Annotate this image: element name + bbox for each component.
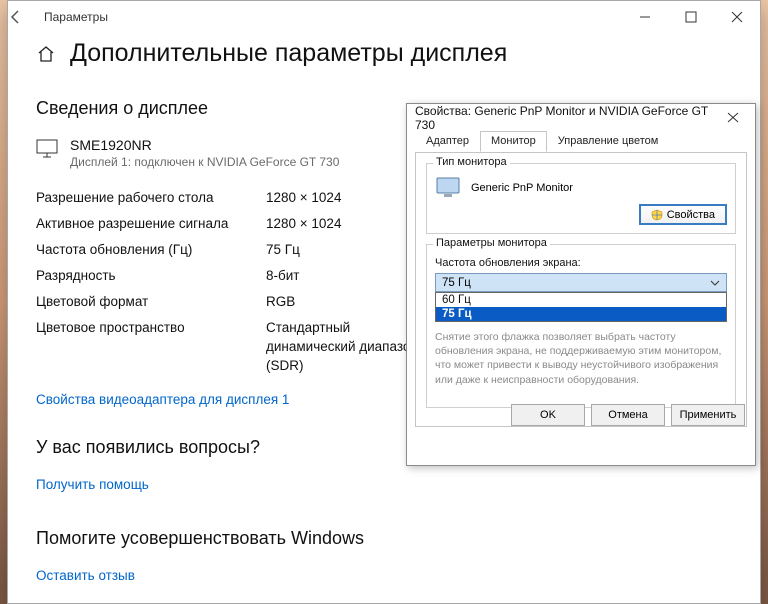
spec-label: Разрешение рабочего стола	[36, 185, 266, 211]
group-monitor-type: Тип монитора Generic PnP Monitor Свойств…	[426, 163, 736, 234]
spec-label: Активное разрешение сигнала	[36, 211, 266, 237]
monitor-desc: Дисплей 1: подключен к NVIDIA GeForce GT…	[70, 155, 339, 169]
refresh-rate-hint: Снятие этого флажка позволяет выбрать ча…	[435, 330, 727, 387]
spec-label: Цветовой формат	[36, 289, 266, 315]
titlebar: Параметры	[8, 1, 760, 33]
home-icon[interactable]	[36, 44, 56, 64]
dialog-close-button[interactable]	[711, 104, 755, 131]
tab-monitor[interactable]: Монитор	[480, 131, 547, 152]
group-title: Параметры монитора	[433, 237, 550, 249]
chevron-down-icon	[710, 278, 720, 288]
group-title: Тип монитора	[433, 156, 510, 168]
close-button[interactable]	[714, 1, 760, 33]
monitor-name: SME1920NR	[70, 137, 339, 153]
refresh-rate-combo[interactable]: 75 Гц 60 Гц 75 Гц	[435, 273, 727, 292]
combo-option-75[interactable]: 75 Гц	[436, 307, 726, 321]
spec-value: RGB	[266, 289, 295, 315]
spec-label: Цветовое пространство	[36, 315, 266, 376]
shield-icon	[651, 209, 663, 221]
tab-color-management[interactable]: Управление цветом	[547, 131, 670, 152]
dialog-title: Свойства: Generic PnP Monitor и NVIDIA G…	[415, 104, 711, 132]
monitor-type-name: Generic PnP Monitor	[471, 182, 573, 194]
spec-value: 1280 × 1024	[266, 211, 341, 237]
monitor-properties-button[interactable]: Свойства	[639, 204, 727, 225]
spec-value: 1280 × 1024	[266, 185, 341, 211]
apply-button[interactable]: Применить	[671, 404, 745, 426]
dialog-titlebar: Свойства: Generic PnP Monitor и NVIDIA G…	[407, 104, 755, 131]
ok-button[interactable]: OK	[511, 404, 585, 426]
monitor-properties-dialog: Свойства: Generic PnP Monitor и NVIDIA G…	[406, 103, 756, 466]
spec-label: Разрядность	[36, 263, 266, 289]
window-title: Параметры	[42, 10, 622, 24]
combo-option-60[interactable]: 60 Гц	[436, 293, 726, 307]
monitor-icon	[36, 137, 58, 159]
spec-value: 75 Гц	[266, 237, 300, 263]
back-button[interactable]	[8, 9, 42, 25]
maximize-button[interactable]	[668, 1, 714, 33]
minimize-button[interactable]	[622, 1, 668, 33]
spec-label: Частота обновления (Гц)	[36, 237, 266, 263]
combo-dropdown-list: 60 Гц 75 Гц	[435, 292, 727, 322]
group-monitor-params: Параметры монитора Частота обновления эк…	[426, 244, 736, 408]
dialog-tabs: Адаптер Монитор Управление цветом	[415, 131, 747, 153]
monitor-small-icon	[435, 176, 463, 200]
get-help-link[interactable]: Получить помощь	[36, 477, 149, 492]
adapter-props-link[interactable]: Свойства видеоадаптера для дисплея 1	[36, 392, 289, 407]
section-improve-title: Помогите усовершенствовать Windows	[36, 528, 732, 549]
page-title: Дополнительные параметры дисплея	[70, 39, 507, 68]
spec-value: 8-бит	[266, 263, 299, 289]
feedback-link[interactable]: Оставить отзыв	[36, 568, 135, 583]
properties-button-label: Свойства	[667, 209, 715, 221]
tab-adapter[interactable]: Адаптер	[415, 131, 480, 152]
refresh-rate-label: Частота обновления экрана:	[435, 257, 727, 269]
tab-panel-monitor: Тип монитора Generic PnP Monitor Свойств…	[415, 153, 747, 427]
combo-selected: 75 Гц	[442, 277, 471, 289]
cancel-button[interactable]: Отмена	[591, 404, 665, 426]
